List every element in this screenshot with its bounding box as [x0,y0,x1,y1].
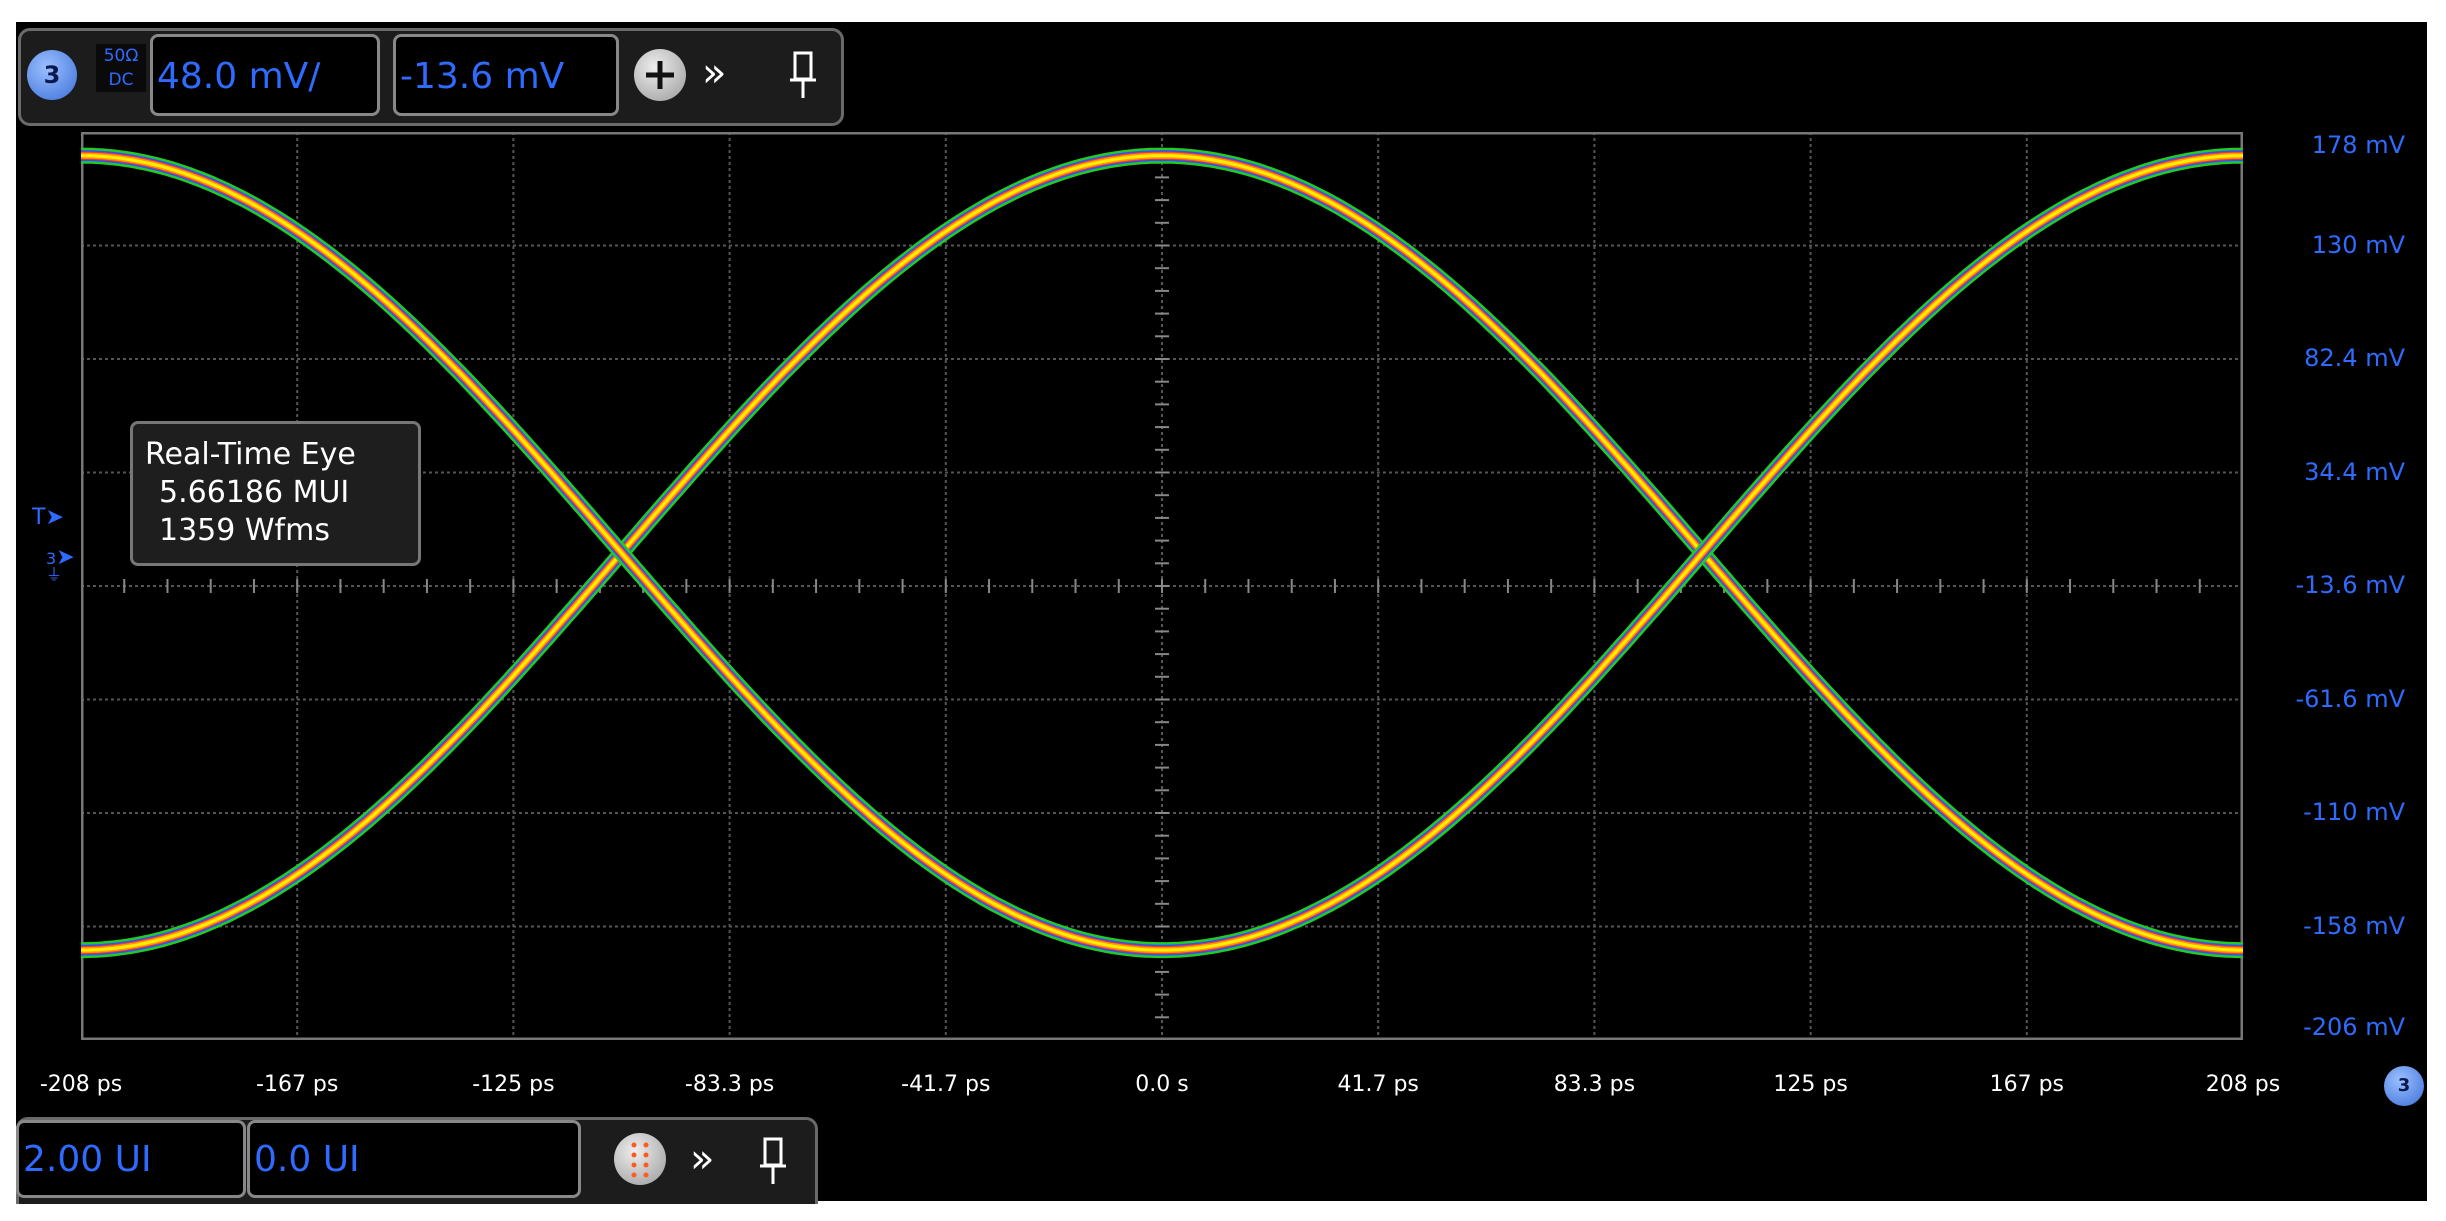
x-tick-label: -41.7 ps [901,1072,991,1097]
x-tick-label: -208 ps [39,1072,123,1097]
coupling-label: DC [108,70,134,90]
y-tick-label: -110 mV [2303,798,2405,826]
x-tick-label: 167 ps [1989,1072,2065,1097]
channel-3-indicator[interactable]: 3 [2384,1066,2424,1106]
trigger-label: T [32,505,46,530]
eye-mode-icon[interactable] [614,1133,666,1185]
y-tick-label: -158 mV [2303,911,2405,940]
y-tick-label: -206 mV [2303,1013,2405,1041]
horizontal-scale-field[interactable]: 2.00 UI [16,1120,246,1198]
trigger-arrow-icon: ➤ [45,505,64,530]
trigger-level-marker[interactable]: T➤ [32,505,64,530]
ground-level-marker[interactable]: 3➤ ⏚ [46,547,75,583]
horizontal-position-field[interactable]: 0.0 UI [247,1120,581,1198]
waveform-count: 1359 Wfms [159,513,330,548]
channel-coupling[interactable]: 50Ω DC [96,44,146,92]
add-icon[interactable] [634,49,686,101]
x-tick-label: -167 ps [256,1072,339,1097]
eye-diagram-plot [81,132,2243,1040]
x-tick-label: -125 ps [472,1072,555,1097]
eye-info-box: Real-Time Eye 5.66186 MUI 1359 Wfms [130,421,421,566]
vertical-scale-field[interactable]: 48.0 mV/ [150,34,380,116]
pin-icon[interactable] [788,50,818,104]
impedance-label: 50Ω [103,46,139,66]
x-tick-label: 125 ps [1773,1072,1848,1097]
eye-mode-title: Real-Time Eye [145,437,356,472]
channel-3-button[interactable]: 3 [27,50,77,100]
x-tick-label: -83.3 ps [684,1072,775,1097]
ui-count: 5.66186 MUI [159,475,350,510]
expand-chevrons-icon[interactable]: » [702,48,726,98]
y-tick-label: -13.6 mV [2295,571,2405,599]
x-tick-label: 41.7 ps [1337,1072,1419,1097]
y-tick-label: 82.4 mV [2304,344,2405,372]
x-tick-label: 208 ps [2205,1072,2281,1097]
y-tick-label: 34.4 mV [2304,457,2405,486]
pin-icon[interactable] [758,1136,788,1190]
x-tick-label: 0.0 s [1135,1072,1189,1097]
vertical-offset-field[interactable]: -13.6 mV [393,34,619,116]
y-tick-label: 130 mV [2311,230,2405,259]
expand-chevrons-icon[interactable]: » [690,1134,714,1184]
y-tick-label: -61.6 mV [2295,684,2405,713]
y-tick-label: 178 mV [2311,131,2405,159]
x-tick-label: 83.3 ps [1553,1072,1636,1097]
